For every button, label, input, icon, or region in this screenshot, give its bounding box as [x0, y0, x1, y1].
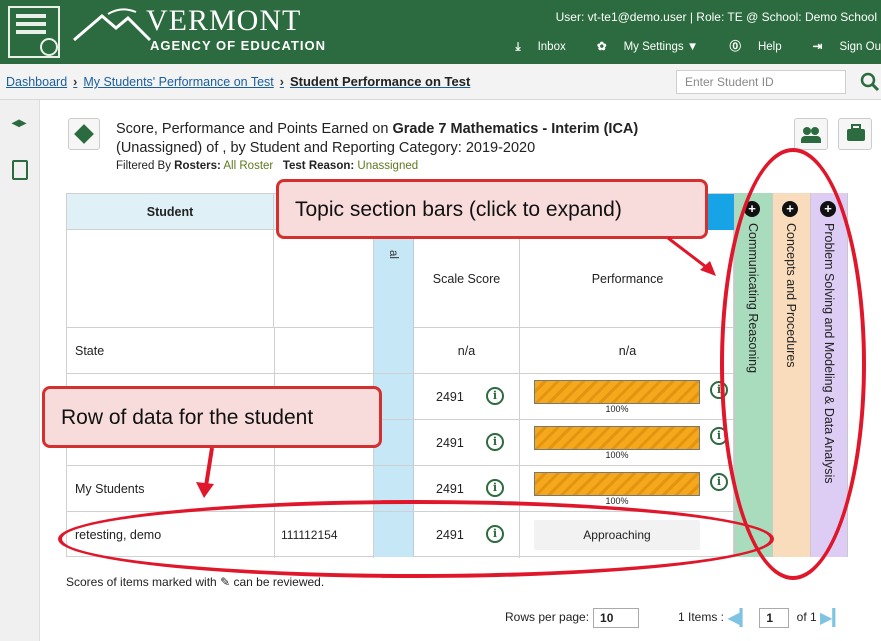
topic-bars-highlight-ellipse [720, 148, 866, 580]
download-icon: ⤓ [515, 41, 521, 53]
left-rail: ◂▸ [0, 100, 40, 641]
student-row-highlight-ellipse [58, 500, 774, 578]
col-header-performance[interactable]: Performance [520, 230, 735, 328]
info-icon[interactable]: i [486, 479, 504, 497]
info-icon[interactable]: i [486, 387, 504, 405]
gear-icon: ✿ [596, 41, 607, 53]
info-icon[interactable]: i [486, 433, 504, 451]
review-note: Scores of items marked with ✎ can be rev… [66, 575, 325, 589]
breadcrumb-dashboard[interactable]: Dashboard [6, 75, 67, 89]
rows-per-page-input[interactable]: 10 [593, 608, 640, 628]
info-icon[interactable]: i [710, 473, 728, 491]
app-header: VERMONT AGENCY OF EDUCATION User: vt-te1… [0, 0, 881, 64]
col-header-student[interactable]: Student [67, 194, 274, 230]
breadcrumb-trail: Dashboard › My Students' Performance on Te… [6, 74, 470, 89]
report-title: Score, Performance and Points Earned on … [116, 121, 639, 156]
brand-title: VERMONT [146, 4, 302, 37]
brand-subtitle: AGENCY OF EDUCATION [150, 38, 326, 53]
header-links: ⤓ Inbox ✿ My Settings ▼ ⓪ Help ⇥ Sign Ou [488, 38, 881, 54]
col-header-scale-score[interactable]: Scale Score [414, 230, 520, 328]
breadcrumb-separator: › [279, 75, 284, 89]
topic-bars-callout: Topic section bars (click to expand) [276, 179, 708, 239]
clipboard-icon[interactable] [12, 160, 28, 180]
test-name: Grade 7 Mathematics - Interim (ICA) [392, 121, 639, 137]
collapse-panel-icon[interactable]: ◂▸ [12, 114, 26, 131]
group-students-button[interactable] [794, 118, 828, 150]
signout-icon: ⇥ [812, 41, 823, 53]
student-row-callout: Row of data for the student [42, 386, 382, 448]
performance-bar [534, 426, 700, 450]
last-page-icon[interactable]: ▶▎ [820, 608, 845, 628]
help-link[interactable]: ⓪ Help [715, 41, 781, 53]
user-info: User: vt-te1@demo.user | Role: TE @ Scho… [555, 10, 877, 24]
first-page-icon[interactable]: ◀▎ [727, 608, 752, 628]
pencil-icon: ✎ [220, 575, 231, 589]
performance-bar [534, 472, 700, 496]
settings-link[interactable]: ✿ My Settings ▼ [583, 41, 698, 53]
performance-bar [534, 380, 700, 404]
vt-logo-icon [8, 6, 60, 58]
rows-per-page: Rows per page: 10 [505, 608, 640, 628]
student-id-input[interactable]: Enter Student ID [676, 70, 846, 94]
report-subtitle: (Unassigned) of , by Student and Reporti… [116, 140, 536, 156]
page-input[interactable]: 1 [759, 608, 790, 628]
inbox-link[interactable]: ⤓ Inbox [502, 41, 566, 53]
breadcrumb-my-students[interactable]: My Students' Performance on Test [83, 75, 273, 89]
help-icon: ⓪ [729, 41, 741, 53]
breadcrumb-current: Student Performance on Test [289, 74, 471, 89]
table-row: State n/a n/a [67, 328, 735, 374]
signout-link[interactable]: ⇥ Sign Ou [799, 41, 881, 53]
filter-summary: Filtered By Rosters: All Roster Test Rea… [116, 160, 419, 172]
breadcrumb-separator: › [73, 75, 78, 89]
book-icon [68, 118, 100, 150]
search-icon[interactable] [860, 72, 880, 92]
print-button[interactable] [838, 118, 872, 150]
pagination: 1 Items : ◀▎ 1 of 1 ▶▎ [678, 608, 845, 628]
breadcrumb: Dashboard › My Students' Performance on Te… [0, 64, 881, 100]
mountain-logo-icon [73, 8, 152, 42]
